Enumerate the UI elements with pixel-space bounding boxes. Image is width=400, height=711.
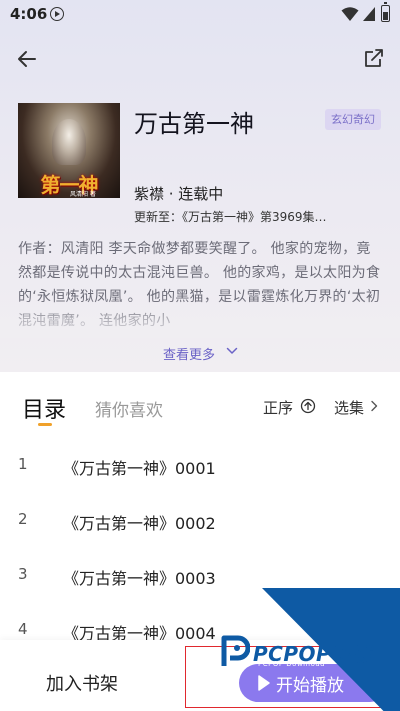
chapter-row[interactable]: 2 《万古第一神》0002: [0, 493, 400, 548]
add-to-shelf-button[interactable]: 加入书架: [46, 670, 118, 696]
status-bar: 4:06: [0, 0, 400, 30]
status-time: 4:06: [10, 5, 48, 23]
book-title: 万古第一神: [134, 110, 254, 138]
chapter-row[interactable]: 1 《万古第一神》0001: [0, 438, 400, 493]
chevron-right-icon[interactable]: [369, 400, 379, 412]
chapter-name: 《万古第一神》0003: [63, 569, 216, 588]
see-more-link[interactable]: 查看更多: [163, 344, 215, 363]
battery-icon: [381, 2, 390, 22]
cover-subtitle: 风清阳 著: [70, 191, 96, 198]
chapter-number: 3: [18, 565, 28, 583]
media-play-icon: [50, 7, 64, 21]
author-status[interactable]: 紫襟 · 连载中: [134, 183, 223, 204]
book-cover-image: 第一神 风清阳 著: [18, 103, 120, 198]
cover-figure: [52, 119, 86, 165]
genre-tag[interactable]: 玄幻奇幻: [325, 109, 381, 130]
wifi-icon: [341, 7, 359, 21]
chapter-number: 1: [18, 455, 28, 473]
chapter-number: 4: [18, 620, 28, 638]
back-arrow-icon[interactable]: [12, 44, 42, 74]
sort-order-button[interactable]: 正序: [263, 397, 293, 418]
description-fade: [0, 298, 400, 338]
chevron-down-icon[interactable]: [226, 345, 238, 357]
chapter-name: 《万古第一神》0001: [63, 459, 216, 478]
select-episodes-button[interactable]: 选集: [334, 397, 364, 418]
share-icon[interactable]: [360, 44, 388, 72]
cover-title-art: 第一神: [40, 173, 99, 197]
tab-active-indicator: [38, 423, 52, 426]
watermark-subtext: PCPOP Download: [258, 660, 326, 668]
tab-catalog[interactable]: 目录: [22, 392, 66, 424]
update-info: 更新至：《万古第一神》第3969集…: [134, 210, 327, 224]
sort-arrow-icon[interactable]: [300, 398, 316, 414]
chapter-number: 2: [18, 510, 28, 528]
tab-guess-you-like[interactable]: 猜你喜欢: [95, 396, 163, 421]
watermark-logo-icon: [221, 635, 250, 666]
cell-signal-icon: [363, 7, 375, 21]
chapter-name: 《万古第一神》0002: [63, 514, 216, 533]
